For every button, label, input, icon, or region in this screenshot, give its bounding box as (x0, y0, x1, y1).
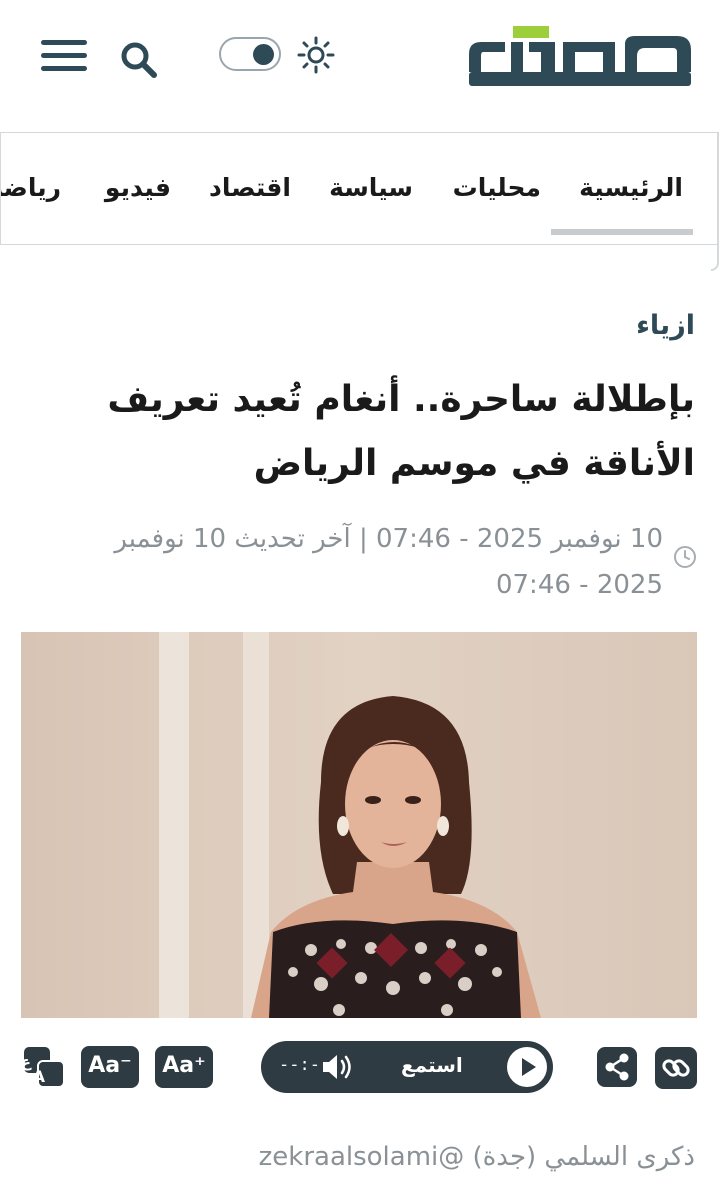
article-timestamp: 10 نوفمبر 2025 - 07:46 | آخر تحديث 10 نو… (115, 524, 664, 600)
nav-item-video[interactable]: فيديو (106, 173, 172, 202)
font-increase-label: Aa⁺ (163, 1053, 207, 1078)
link-icon (656, 1047, 698, 1089)
svg-text:A: A (34, 1067, 47, 1086)
category-nav: الرئيسية محليات سياسة اقتصاد فيديو رياضة (0, 133, 720, 245)
sun-icon[interactable] (298, 36, 336, 74)
nav-item-sports[interactable]: رياضة (0, 173, 62, 202)
theme-toggle[interactable] (220, 37, 282, 71)
menu-icon-bar (42, 66, 88, 71)
toggle-knob (254, 44, 275, 65)
play-button[interactable] (508, 1047, 548, 1087)
article-category[interactable]: ازياء (637, 310, 696, 341)
nav-edge-left (0, 133, 2, 245)
nav-item-politics[interactable]: سياسة (330, 173, 414, 202)
svg-text:ع: ع (24, 1053, 33, 1071)
menu-icon-bar (42, 53, 88, 58)
listen-label: استمع (402, 1053, 464, 1077)
translate-icon: ع A (22, 1047, 66, 1088)
article-headline: بإطلالة ساحرة.. أنغام تُعيد تعريف الأناق… (108, 379, 696, 484)
translate-button[interactable]: ع A (22, 1046, 66, 1088)
search-icon[interactable] (118, 38, 160, 80)
nav-item-local[interactable]: محليات (454, 173, 542, 202)
font-increase-button[interactable]: Aa⁺ (156, 1046, 214, 1088)
font-decrease-button[interactable]: Aa⁻ (82, 1046, 140, 1088)
site-header (0, 0, 720, 132)
article-author[interactable]: ذكرى السلمي (جدة) @zekraalsolami (260, 1142, 696, 1172)
nav-item-economy[interactable]: اقتصاد (210, 173, 292, 202)
article-photo[interactable] (22, 632, 698, 1018)
nav-edge (712, 133, 720, 271)
audio-player: --:-- استمع (262, 1041, 554, 1093)
play-icon (523, 1058, 537, 1076)
menu-button[interactable] (40, 40, 88, 76)
okaz-logo[interactable] (466, 22, 696, 92)
share-icon (598, 1047, 638, 1087)
copy-link-button[interactable] (656, 1047, 698, 1089)
share-button[interactable] (598, 1047, 638, 1089)
menu-icon (42, 40, 88, 45)
font-decrease-label: Aa⁻ (89, 1053, 133, 1078)
nav-item-home[interactable]: الرئيسية (552, 173, 694, 235)
clock-icon (675, 546, 697, 568)
volume-icon[interactable] (322, 1052, 356, 1082)
